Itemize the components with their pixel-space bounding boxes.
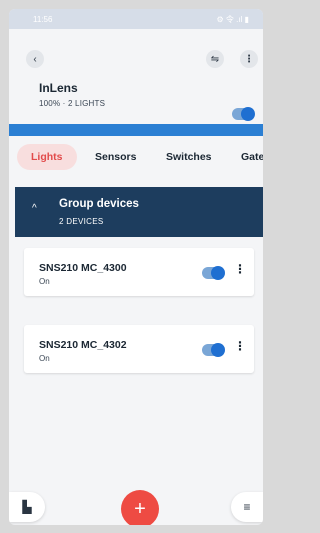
more-vertical-icon[interactable]: ⋮ — [234, 339, 246, 353]
toggle-knob — [241, 107, 255, 121]
room-power-toggle[interactable] — [232, 107, 255, 121]
more-vertical-icon[interactable]: ⋮ — [234, 262, 246, 276]
add-button[interactable]: + — [121, 490, 159, 525]
back-button[interactable]: ‹ — [26, 50, 44, 68]
device-state: On — [39, 277, 50, 286]
toggle-knob — [211, 266, 225, 280]
tab-sensors[interactable]: Sensors — [95, 144, 136, 170]
device-power-toggle[interactable] — [202, 266, 225, 280]
category-tabs: Lights Sensors Switches Gate — [9, 144, 263, 170]
menu-button[interactable]: ≡ — [231, 492, 263, 522]
room-summary: 100% · 2 LIGHTS — [39, 99, 106, 108]
status-time: 11:56 — [33, 14, 53, 24]
sliders-icon: ⇋ — [210, 53, 220, 65]
group-devices-header[interactable]: ^ Group devices 2 DEVICES — [15, 187, 263, 237]
building-button[interactable]: ▙ — [9, 492, 45, 522]
adjust-button[interactable]: ⇋ — [206, 50, 224, 68]
toggle-knob — [211, 343, 225, 357]
group-title: Group devices — [59, 198, 139, 210]
device-state: On — [39, 354, 50, 363]
tab-switches[interactable]: Switches — [166, 144, 212, 170]
more-vertical-icon: ⋮ — [244, 53, 254, 65]
device-card[interactable]: SNS210 MC_4300 On ⋮ — [24, 248, 254, 296]
status-bar: 11:56 ⚙ 令 .ıl ▮ — [9, 9, 263, 29]
tab-gateways[interactable]: Gate — [241, 144, 263, 170]
menu-icon: ≡ — [243, 500, 251, 514]
building-icon: ▙ — [22, 500, 32, 514]
status-icons: ⚙ 令 .ıl ▮ — [216, 14, 249, 24]
plus-icon: + — [134, 497, 146, 520]
tab-lights[interactable]: Lights — [17, 144, 77, 170]
more-options-button[interactable]: ⋮ — [240, 50, 258, 68]
device-name: SNS210 MC_4300 — [39, 262, 127, 274]
device-card[interactable]: SNS210 MC_4302 On ⋮ — [24, 325, 254, 373]
device-power-toggle[interactable] — [202, 343, 225, 357]
chevron-up-icon: ^ — [32, 203, 37, 214]
group-subtitle: 2 DEVICES — [59, 217, 104, 226]
chevron-left-icon: ‹ — [33, 53, 37, 65]
brightness-slider[interactable] — [9, 124, 263, 136]
room-header: ‹ ⇋ ⋮ InLens 100% · 2 LIGHTS — [9, 29, 263, 124]
app-screen: 11:56 ⚙ 令 .ıl ▮ ‹ ⇋ ⋮ InLens 100% · 2 LI… — [9, 9, 263, 525]
device-name: SNS210 MC_4302 — [39, 339, 127, 351]
room-title: InLens — [39, 81, 78, 95]
